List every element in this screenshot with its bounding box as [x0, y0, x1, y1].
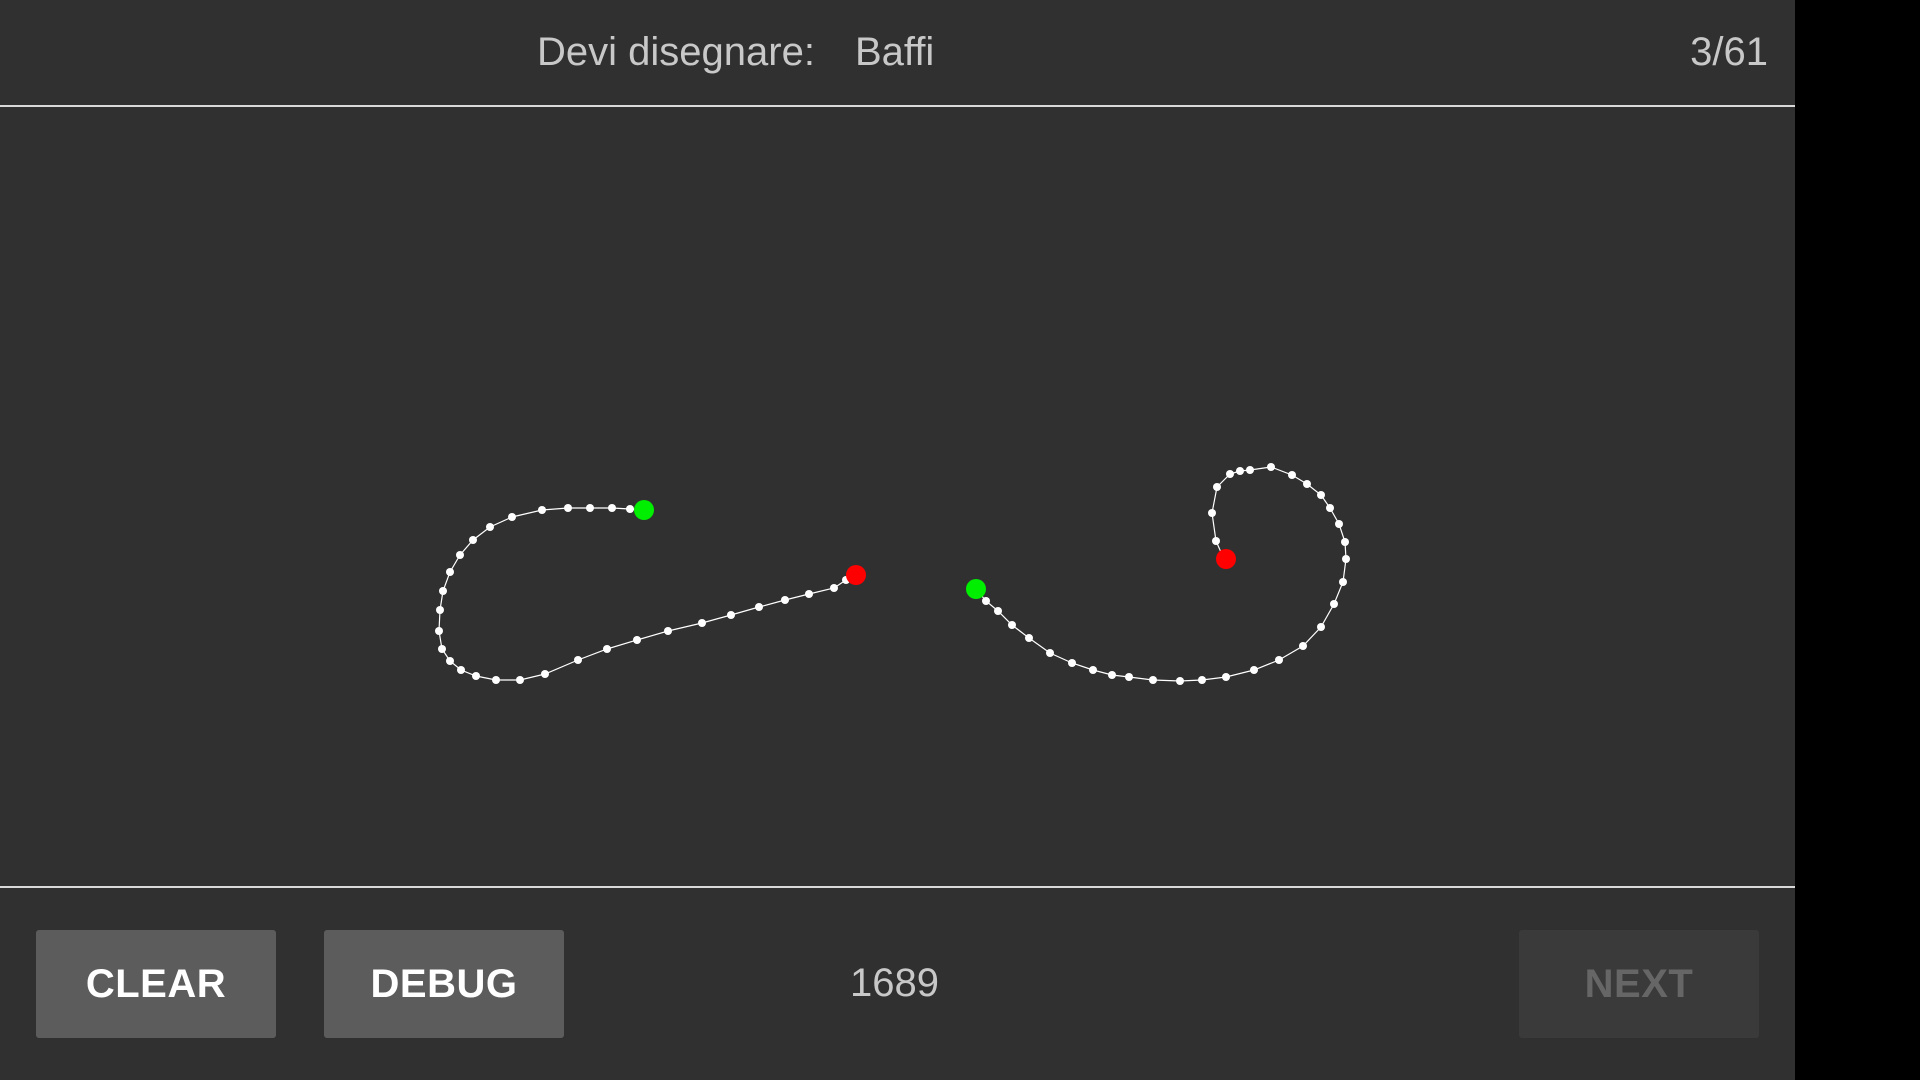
right-stroke-point: [1339, 578, 1347, 586]
right-stroke-point: [1317, 623, 1325, 631]
footer-bar: CLEAR DEBUG 1689 NEXT: [0, 888, 1795, 1080]
prompt-word: Baffi: [855, 30, 935, 74]
right-stroke-point: [1176, 677, 1184, 685]
right-stroke-point: [1299, 642, 1307, 650]
left-stroke-point: [586, 504, 594, 512]
drawing-canvas[interactable]: [0, 107, 1795, 888]
right-stroke-point: [982, 597, 990, 605]
left-stroke-point: [664, 627, 672, 635]
right-stroke-point: [1335, 520, 1343, 528]
right-stroke-point: [1226, 470, 1234, 478]
right-stroke-point: [1330, 600, 1338, 608]
left-stroke-point: [541, 670, 549, 678]
left-stroke-point: [457, 666, 465, 674]
right-stroke-point: [1342, 555, 1350, 563]
left-stroke-point: [564, 504, 572, 512]
right-stroke-point: [1303, 480, 1311, 488]
right-stroke-point: [1341, 538, 1349, 546]
left-stroke-path: [438, 507, 857, 681]
right-stroke-point: [1288, 471, 1296, 479]
left-stroke-point: [435, 627, 443, 635]
right-stroke-point: [1208, 509, 1216, 517]
left-stroke-start-point: [634, 500, 654, 520]
right-stroke-point: [1236, 467, 1244, 475]
right-stroke-point: [1108, 671, 1116, 679]
left-stroke-point: [698, 619, 706, 627]
right-stroke-path: [975, 466, 1347, 682]
prompt-label: Devi disegnare:: [537, 30, 815, 74]
left-stroke-point: [781, 596, 789, 604]
left-stroke-point: [472, 672, 480, 680]
left-stroke-end-point: [846, 565, 866, 585]
left-stroke-point: [469, 536, 477, 544]
left-stroke-point: [626, 505, 634, 513]
left-stroke-point: [805, 590, 813, 598]
left-stroke-point: [439, 587, 447, 595]
right-stroke-point: [1267, 463, 1275, 471]
left-stroke-point: [486, 523, 494, 531]
drawing-app: Devi disegnare: Baffi 3/61 CLEAR DEBUG 1…: [0, 0, 1795, 1080]
right-stroke-point: [1125, 673, 1133, 681]
score-value: 1689: [850, 961, 939, 1005]
header-bar: Devi disegnare: Baffi 3/61: [0, 0, 1795, 107]
left-stroke-point: [830, 584, 838, 592]
right-stroke-point: [1275, 656, 1283, 664]
right-stroke-point: [1212, 537, 1220, 545]
right-stroke-point: [1222, 673, 1230, 681]
right-stroke-point: [1198, 676, 1206, 684]
right-stroke-point: [1149, 676, 1157, 684]
left-stroke-point: [603, 645, 611, 653]
right-stroke-point: [1246, 466, 1254, 474]
next-button[interactable]: NEXT: [1519, 930, 1759, 1038]
left-stroke-point: [446, 657, 454, 665]
left-stroke-point: [633, 636, 641, 644]
right-stroke-point: [1326, 504, 1334, 512]
right-stroke-point: [1089, 666, 1097, 674]
left-stroke-point: [438, 645, 446, 653]
clear-button[interactable]: CLEAR: [36, 930, 276, 1038]
right-stroke-point: [1068, 659, 1076, 667]
right-stroke-point: [994, 607, 1002, 615]
right-stroke-point: [1008, 621, 1016, 629]
left-stroke-point: [492, 676, 500, 684]
left-stroke-point: [436, 606, 444, 614]
right-stroke-point: [1213, 483, 1221, 491]
strokes-layer: [435, 463, 1350, 685]
left-stroke: [435, 500, 866, 684]
left-stroke-point: [508, 513, 516, 521]
left-stroke-point: [538, 506, 546, 514]
left-stroke-point: [456, 551, 464, 559]
left-stroke-point: [608, 504, 616, 512]
right-stroke-point: [1317, 491, 1325, 499]
right-stroke-point: [1046, 649, 1054, 657]
left-stroke-point: [574, 656, 582, 664]
left-stroke-point: [516, 676, 524, 684]
drawing-surface[interactable]: [0, 107, 1795, 886]
right-stroke-point: [1025, 634, 1033, 642]
progress-counter: 3/61: [1690, 30, 1768, 74]
right-stroke-point: [1250, 666, 1258, 674]
left-stroke-point: [755, 603, 763, 611]
right-stroke-end-point: [1216, 549, 1236, 569]
left-stroke-point: [727, 611, 735, 619]
right-stroke: [966, 463, 1350, 685]
right-stroke-start-point: [966, 579, 986, 599]
left-stroke-point: [446, 568, 454, 576]
debug-button[interactable]: DEBUG: [324, 930, 564, 1038]
